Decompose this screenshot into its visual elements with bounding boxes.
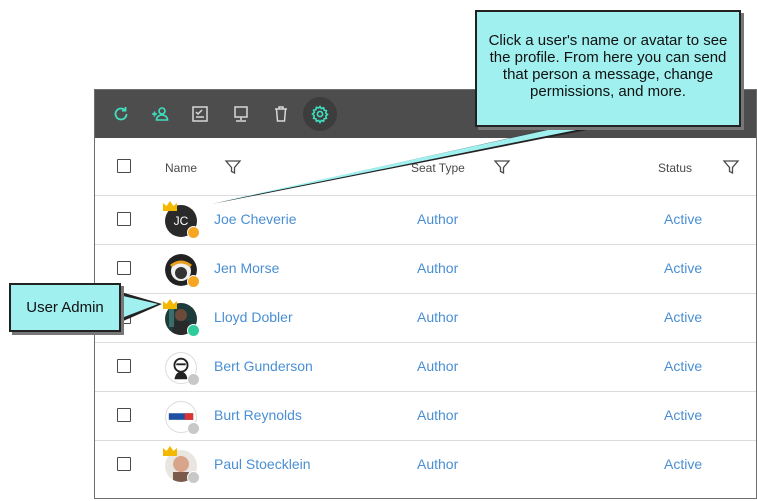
- gear-icon: [311, 105, 329, 124]
- seat-type-value: Author: [417, 260, 459, 276]
- add-user-icon: [152, 107, 169, 121]
- refresh-icon: [114, 107, 128, 121]
- table-row: Lloyd Dobler Author Active: [95, 293, 756, 343]
- row-checkbox[interactable]: [117, 359, 131, 373]
- row-checkbox[interactable]: [117, 261, 131, 275]
- seat-type-column-header: Seat Type: [411, 161, 465, 175]
- presence-online-dot: [187, 324, 200, 337]
- table-row: Paul Stoecklein Author Active: [95, 440, 756, 489]
- crown-icon: [163, 201, 177, 211]
- status-value: Active: [664, 211, 703, 227]
- user-admin-callout: User Admin: [9, 283, 121, 332]
- user-name-link[interactable]: Burt Reynolds: [214, 407, 302, 423]
- crown-icon: [163, 446, 177, 456]
- user-name-link[interactable]: Joe Cheverie: [214, 211, 297, 227]
- monitor-icon: [234, 106, 248, 122]
- user-name-link[interactable]: Paul Stoecklein: [214, 456, 311, 472]
- user-avatar[interactable]: [163, 446, 200, 484]
- name-filter-icon[interactable]: [224, 158, 242, 176]
- crown-icon: [163, 299, 177, 309]
- status-value: Active: [664, 456, 703, 472]
- status-value: Active: [664, 260, 703, 276]
- add-user-button[interactable]: [143, 97, 177, 131]
- status-filter-icon[interactable]: [722, 158, 740, 176]
- user-avatar[interactable]: [165, 401, 200, 435]
- users-panel: Name Seat Type Status JC Joe Cheverie Au…: [94, 89, 757, 499]
- seat-type-value: Author: [417, 407, 459, 423]
- settings-button[interactable]: [303, 97, 337, 131]
- presence-offline-dot: [187, 471, 200, 484]
- presence-offline-dot: [187, 422, 200, 435]
- user-avatar[interactable]: [163, 299, 200, 337]
- row-checkbox[interactable]: [117, 212, 131, 226]
- seat-type-filter-icon[interactable]: [493, 158, 511, 176]
- status-value: Active: [664, 309, 703, 325]
- select-all-checkbox[interactable]: [117, 159, 131, 173]
- monitor-button[interactable]: [224, 97, 258, 131]
- seat-type-value: Author: [417, 456, 459, 472]
- name-column-header: Name: [165, 161, 198, 175]
- seat-type-value: Author: [417, 211, 459, 227]
- profile-callout: Click a user's name or avatar to see the…: [475, 10, 741, 127]
- status-column-header: Status: [658, 161, 693, 175]
- user-avatar[interactable]: [165, 352, 200, 386]
- trash-icon: [275, 106, 287, 122]
- delete-button[interactable]: [264, 97, 298, 131]
- seat-type-value: Author: [417, 358, 459, 374]
- user-avatar[interactable]: [165, 254, 200, 288]
- checklist-icon: [192, 106, 208, 122]
- row-checkbox[interactable]: [117, 408, 131, 422]
- status-value: Active: [664, 358, 703, 374]
- seat-type-value: Author: [417, 309, 459, 325]
- user-name-link[interactable]: Lloyd Dobler: [214, 309, 293, 325]
- row-checkbox[interactable]: [117, 457, 131, 471]
- refresh-button[interactable]: [104, 97, 138, 131]
- checklist-button[interactable]: [183, 97, 217, 131]
- presence-offline-dot: [187, 373, 200, 386]
- presence-away-dot: [187, 275, 200, 288]
- presence-away-dot: [187, 226, 200, 239]
- status-value: Active: [664, 407, 703, 423]
- table-row: Burt Reynolds Author Active: [95, 391, 756, 441]
- table-row: Bert Gunderson Author Active: [95, 342, 756, 392]
- table-header: Name Seat Type Status: [95, 138, 756, 196]
- user-name-link[interactable]: Bert Gunderson: [214, 358, 313, 374]
- user-avatar[interactable]: JC: [163, 201, 200, 239]
- user-name-link[interactable]: Jen Morse: [214, 260, 279, 276]
- table-row: JC Joe Cheverie Author Active: [95, 195, 756, 245]
- table-row: Jen Morse Author Active: [95, 244, 756, 294]
